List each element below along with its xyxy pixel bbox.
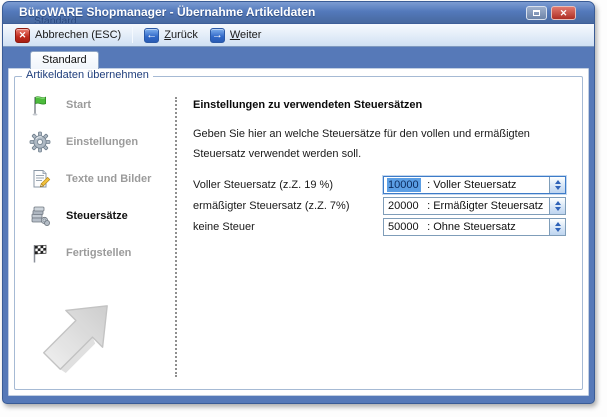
ermaessigter-steuersatz-spinner[interactable] [549,198,565,214]
tax-form: Voller Steuersatz (z.Z. 19 %) 10000 : Vo… [193,175,572,236]
spinner-up-icon [555,222,561,226]
spinner-down-icon [555,228,561,232]
gear-icon [27,129,53,155]
next-button[interactable]: → Weiter [204,27,268,44]
close-icon: ✕ [560,8,568,19]
toolbar-separator [132,27,133,43]
next-label: Weiter [230,29,262,41]
restore-icon [533,10,540,16]
form-row-ermaessigter-steuersatz: ermäßigter Steuersatz (z.Z. 7%) 20000 : … [193,196,572,215]
content-panel: Artikeldaten übernehmen Start [8,68,589,396]
next-arrow-icon: → [210,28,225,43]
cancel-button[interactable]: ✕ Abbrechen (ESC) [9,27,127,44]
field-display-text: : Ermäßigter Steuersatz [421,200,543,212]
sidebar-item-label: Texte und Bilder [66,173,151,185]
toolbar: ✕ Abbrechen (ESC) ← Zurück → Weiter [3,24,594,47]
sidebar-item-start[interactable]: Start [27,92,173,118]
field-label: Voller Steuersatz (z.Z. 19 %) [193,179,383,191]
dotted-separator [175,97,177,377]
keine-steuer-spinner[interactable] [549,219,565,235]
sidebar-item-label: Steuersätze [66,210,128,222]
window-body: Standard Artikeldaten übernehmen [3,47,594,403]
sidebar-item-steuersaetze[interactable]: Steuersätze [27,203,173,229]
step-description: Geben Sie hier an welche Steuersätze für… [193,124,572,164]
ghost-tab-label: Standard [34,15,77,24]
sidebar-item-einstellungen[interactable]: Einstellungen [27,129,173,155]
step-content: Einstellungen zu verwendeten Steuersätze… [193,99,572,238]
field-display-text: : Ohne Steuersatz [421,221,516,233]
field-value-selected: 10000 [387,178,421,192]
field-value: 20000 [387,199,421,213]
close-button[interactable]: ✕ [551,6,576,20]
spinner-down-icon [555,207,561,211]
keine-steuer-input[interactable]: 50000 : Ohne Steuersatz [383,218,566,236]
money-stack-icon [27,203,53,229]
cancel-label: Abbrechen (ESC) [35,29,121,41]
field-label: keine Steuer [193,221,383,233]
field-label: ermäßigter Steuersatz (z.Z. 7%) [193,200,383,212]
app-window: BüroWARE Shopmanager - Übernahme Artikel… [2,1,595,404]
sidebar-item-fertigstellen[interactable]: Fertigstellen [27,240,173,266]
groupbox-label: Artikeldaten übernehmen [22,69,153,81]
wizard-step-list: Start [27,92,173,277]
back-arrow-icon: ← [144,28,159,43]
groupbox-artikeldaten: Artikeldaten übernehmen Start [14,76,583,390]
form-row-voller-steuersatz: Voller Steuersatz (z.Z. 19 %) 10000 : Vo… [193,175,572,194]
spinner-up-icon [555,201,561,205]
form-row-keine-steuer: keine Steuer 50000 : Ohne Steuersatz [193,217,572,236]
checkered-flag-icon [27,240,53,266]
sidebar-item-label: Einstellungen [66,136,138,148]
cancel-icon: ✕ [15,28,30,43]
ermaessigter-steuersatz-input[interactable]: 20000 : Ermäßigter Steuersatz [383,197,566,215]
green-flag-icon [27,92,53,118]
sidebar-item-label: Start [66,99,91,111]
document-pencil-icon [27,166,53,192]
field-value: 50000 [387,220,421,234]
spinner-up-icon [555,180,561,184]
back-label: Zurück [164,29,198,41]
sidebar-item-label: Fertigstellen [66,247,131,259]
spinner-down-icon [555,186,561,190]
voller-steuersatz-input[interactable]: 10000 : Voller Steuersatz [383,176,566,194]
arrow-watermark-icon [29,292,121,384]
titlebar[interactable]: BüroWARE Shopmanager - Übernahme Artikel… [3,2,594,24]
field-display-text: : Voller Steuersatz [421,179,516,191]
step-heading: Einstellungen zu verwendeten Steuersätze… [193,99,572,111]
back-button[interactable]: ← Zurück [138,27,204,44]
voller-steuersatz-spinner[interactable] [549,177,565,193]
tab-standard[interactable]: Standard [30,51,99,69]
restore-button[interactable] [526,6,547,20]
window-controls: ✕ [526,6,576,20]
sidebar-item-texte-und-bilder[interactable]: Texte und Bilder [27,166,173,192]
